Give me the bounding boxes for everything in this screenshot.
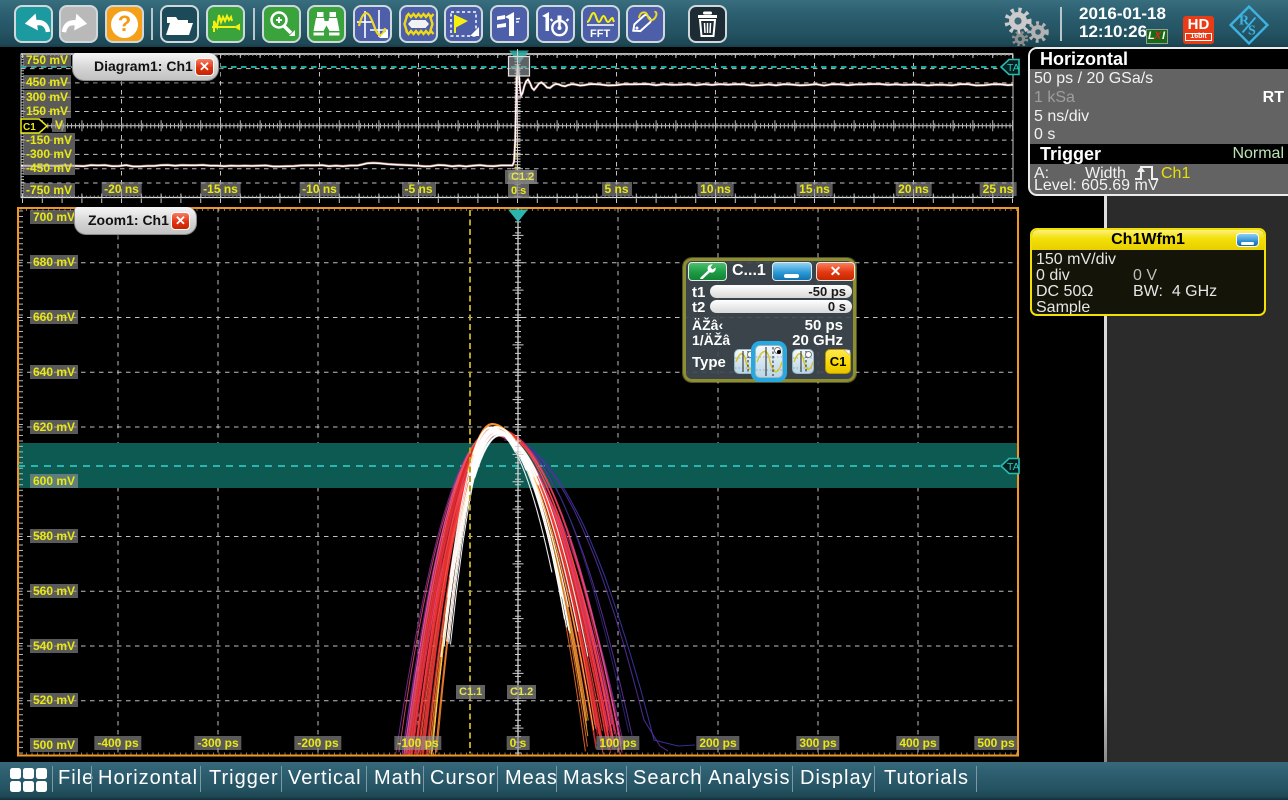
svg-text:FFT: FFT [590, 28, 610, 40]
svg-text:TA: TA [1007, 62, 1020, 74]
svg-text:TA: TA [1007, 461, 1020, 473]
svg-text:S: S [1248, 24, 1256, 39]
svg-text:C1: C1 [23, 122, 36, 133]
